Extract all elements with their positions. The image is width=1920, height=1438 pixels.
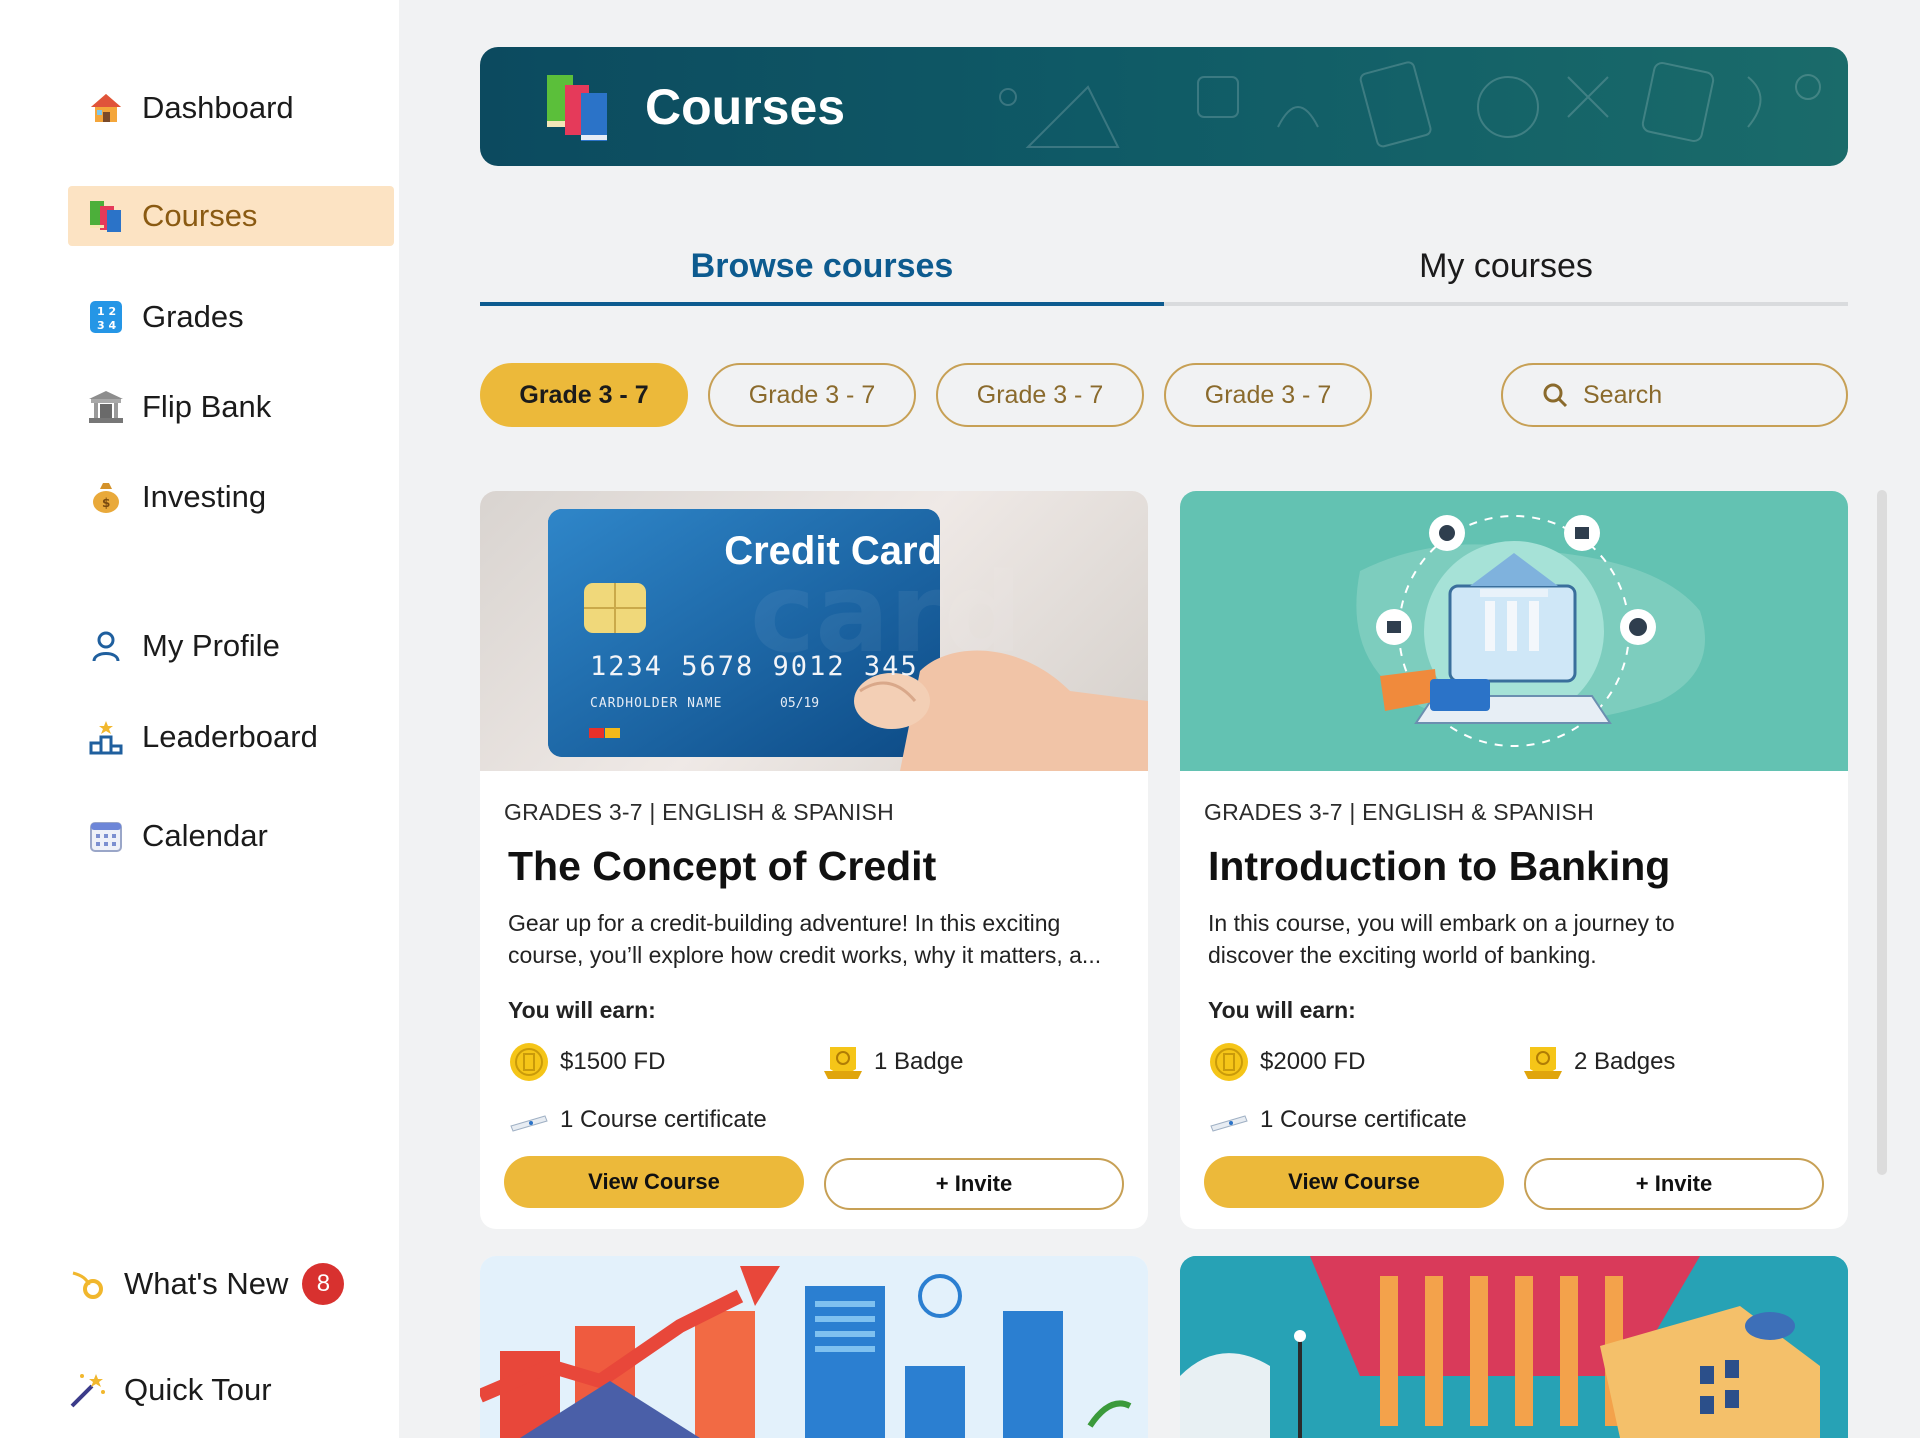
sidebar: Dashboard Courses 1 23 4 Grades Flip Ban… <box>0 0 399 1438</box>
view-course-button[interactable]: View Course <box>504 1156 804 1208</box>
search-icon <box>1543 383 1568 408</box>
course-meta: GRADES 3-7 | ENGLISH & SPANISH <box>1204 799 1594 825</box>
card-image-holder: CARDHOLDER NAME <box>590 696 723 711</box>
sidebar-item-label: Investing <box>142 479 267 514</box>
earn-label: You will earn: <box>1208 997 1356 1023</box>
reward-money: $1500 FD <box>508 1041 665 1083</box>
course-image-credit-card: card Credit Card 1234 5678 9012 345 CARD… <box>480 491 1148 771</box>
reward-badge: 2 Badges <box>1522 1041 1675 1083</box>
tab-browse-courses[interactable]: Browse courses <box>480 230 1164 306</box>
course-title: Introduction to Banking <box>1208 843 1671 889</box>
card-image-expiry: 05/19 <box>780 696 820 711</box>
reward-certificate-label: 1 Course certificate <box>560 1106 767 1133</box>
course-description: In this course, you will embark on a jou… <box>1208 910 1675 968</box>
course-card: GRADES 3-7 | ENGLISH & SPANISH Introduct… <box>1180 491 1848 1229</box>
house-icon <box>86 88 126 128</box>
reward-badge-label: 2 Badges <box>1574 1048 1676 1075</box>
reward-badge: 1 Badge <box>822 1041 963 1083</box>
books-icon <box>545 71 615 143</box>
certificate-icon <box>508 1099 550 1141</box>
coin-icon <box>508 1041 550 1083</box>
grade-filter-pill[interactable]: Grade 3 - 7 <box>1164 363 1372 427</box>
course-title: The Concept of Credit <box>508 843 937 889</box>
sidebar-item-my-profile[interactable]: My Profile <box>68 616 394 676</box>
badge-icon <box>1522 1041 1564 1083</box>
course-meta: GRADES 3-7 | ENGLISH & SPANISH <box>504 799 894 825</box>
course-card: card Credit Card 1234 5678 9012 345 CARD… <box>480 491 1148 1229</box>
podium-icon <box>86 717 126 757</box>
grade-filter-pill[interactable]: Grade 3 - 7 <box>708 363 916 427</box>
course-description: Gear up for a credit-building adventure!… <box>508 910 1102 968</box>
grade-filter-pill[interactable]: Grade 3 - 7 <box>936 363 1144 427</box>
course-card-body: GRADES 3-7 | ENGLISH & SPANISH Introduct… <box>1180 771 1848 1229</box>
course-card <box>480 1256 1148 1438</box>
whats-new-label: What's New <box>124 1266 289 1301</box>
svg-text:$: $ <box>102 496 110 510</box>
reward-certificate: 1 Course certificate <box>508 1099 767 1141</box>
tab-my-courses[interactable]: My courses <box>1164 230 1848 306</box>
whats-new-button[interactable]: What's New 8 <box>50 1254 376 1314</box>
doodle-pattern <box>999 61 1821 148</box>
course-image-banking <box>1180 491 1848 771</box>
sidebar-item-label: Leaderboard <box>142 719 318 754</box>
course-tabs: Browse courses My courses <box>480 230 1848 306</box>
view-course-button[interactable]: View Course <box>1204 1156 1504 1208</box>
course-image-bank-building <box>1180 1256 1848 1438</box>
coin-icon <box>1208 1041 1250 1083</box>
sidebar-item-dashboard[interactable]: Dashboard <box>68 78 394 138</box>
sidebar-item-calendar[interactable]: Calendar <box>68 806 394 866</box>
money-bag-icon: $ <box>86 477 126 517</box>
search-input[interactable]: Search <box>1501 363 1848 427</box>
bank-icon <box>86 387 126 427</box>
grade-filter-pill[interactable]: Grade 3 - 7 <box>480 363 688 427</box>
person-icon <box>86 626 126 666</box>
sidebar-item-label: Courses <box>142 198 258 233</box>
certificate-icon <box>1208 1099 1250 1141</box>
reward-money-label: $2000 FD <box>1260 1048 1366 1075</box>
svg-text:3 4: 3 4 <box>97 319 116 332</box>
reward-certificate: 1 Course certificate <box>1208 1099 1467 1141</box>
numbers-icon: 1 23 4 <box>86 297 126 337</box>
sidebar-item-label: Flip Bank <box>142 389 272 424</box>
sidebar-item-courses[interactable]: Courses <box>68 186 394 246</box>
earn-label: You will earn: <box>508 997 656 1023</box>
course-image-growth <box>480 1256 1148 1438</box>
calendar-icon <box>86 816 126 856</box>
search-placeholder: Search <box>1583 380 1663 409</box>
sidebar-item-label: Grades <box>142 299 244 334</box>
invite-button[interactable]: + Invite <box>1524 1158 1824 1210</box>
scrollbar[interactable] <box>1877 490 1887 1175</box>
svg-text:1 2: 1 2 <box>97 305 116 318</box>
invite-button[interactable]: + Invite <box>824 1158 1124 1210</box>
sidebar-item-grades[interactable]: 1 23 4 Grades <box>68 287 394 347</box>
sidebar-item-leaderboard[interactable]: Leaderboard <box>68 707 394 767</box>
comet-icon <box>68 1264 108 1304</box>
sidebar-item-investing[interactable]: $ Investing <box>68 467 394 527</box>
course-card-body: GRADES 3-7 | ENGLISH & SPANISH The Conce… <box>480 771 1148 1229</box>
quick-tour-button[interactable]: Quick Tour <box>50 1360 376 1420</box>
reward-badge-label: 1 Badge <box>874 1048 964 1075</box>
page-title: Courses <box>645 78 846 135</box>
quick-tour-label: Quick Tour <box>124 1372 272 1407</box>
sidebar-item-label: Dashboard <box>142 90 294 125</box>
card-image-number: 1234 5678 9012 345 <box>590 651 919 682</box>
notification-count-badge: 8 <box>302 1263 345 1305</box>
reward-money: $2000 FD <box>1208 1041 1365 1083</box>
badge-icon <box>822 1041 864 1083</box>
card-image-title: Credit Card <box>724 529 942 573</box>
sidebar-item-flip-bank[interactable]: Flip Bank <box>68 377 394 437</box>
books-icon <box>86 196 126 236</box>
reward-certificate-label: 1 Course certificate <box>1260 1106 1467 1133</box>
course-card <box>1180 1256 1848 1438</box>
sidebar-item-label: Calendar <box>142 818 268 853</box>
reward-money-label: $1500 FD <box>560 1048 666 1075</box>
magic-wand-icon <box>68 1370 108 1410</box>
sidebar-item-label: My Profile <box>142 628 280 663</box>
page-header-banner: Courses <box>480 47 1848 166</box>
